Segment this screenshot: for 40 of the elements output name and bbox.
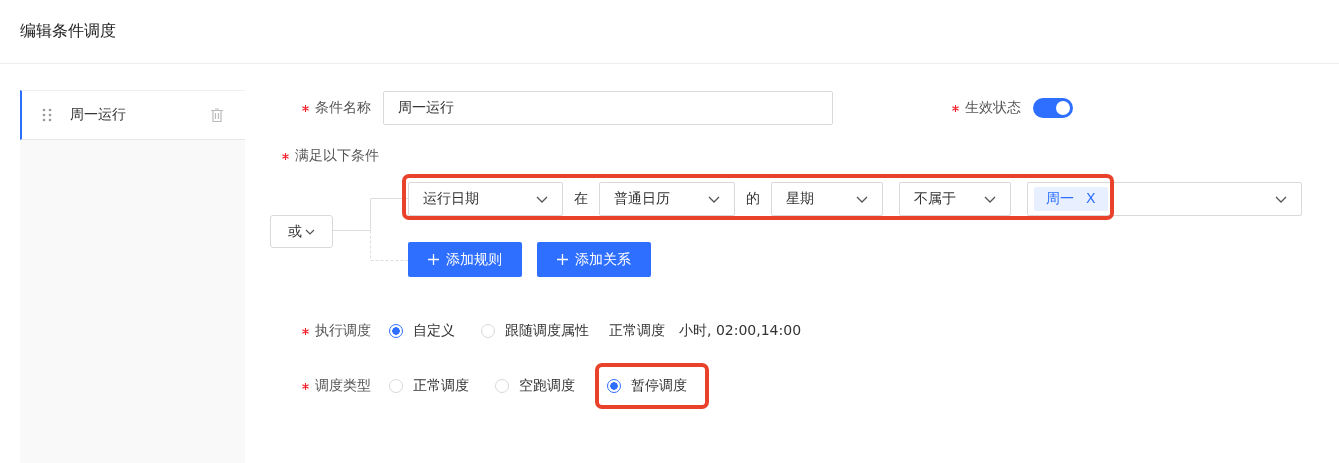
name-input[interactable]: 周一运行 (383, 91, 833, 125)
caret-icon (536, 195, 548, 203)
connector-text: 的 (745, 190, 761, 208)
calendar-dropdown[interactable]: 普通日历 (599, 182, 735, 216)
field-label: 条件名称 (315, 99, 371, 117)
schedule-info: 小时, 02:00,14:00 (679, 322, 802, 340)
tag: 周一 X (1034, 187, 1108, 211)
page-title: 编辑条件调度 (20, 21, 116, 42)
unit-dropdown[interactable]: 星期 (771, 182, 883, 216)
radio-icon[interactable] (389, 324, 403, 338)
radio-option[interactable]: 自定义 (383, 314, 461, 348)
radio-option[interactable]: 暂停调度 (595, 363, 709, 409)
plus-icon (557, 254, 568, 265)
sidebar-item[interactable]: 周一运行 (20, 90, 245, 140)
caret-icon (856, 195, 868, 203)
field-label: 生效状态 (965, 99, 1021, 117)
caret-icon (708, 195, 720, 203)
tag-remove-button[interactable]: X (1086, 190, 1096, 208)
operator-dropdown[interactable]: 不属于 (899, 182, 1011, 216)
add-button[interactable]: 添加关系 (537, 242, 651, 277)
schedule-info: 正常调度 (609, 322, 665, 340)
drag-handle-icon[interactable] (42, 108, 52, 122)
logic-dropdown[interactable]: 或 (270, 215, 333, 248)
field-dropdown[interactable]: 运行日期 (408, 182, 563, 216)
field-label: 执行调度 (315, 322, 371, 340)
field-label: 调度类型 (315, 377, 371, 395)
connector-text: 在 (573, 190, 589, 208)
radio-icon[interactable] (607, 379, 621, 393)
weekday-multiselect[interactable]: 周一 X (1027, 182, 1302, 216)
radio-option[interactable]: 正常调度 (383, 369, 475, 403)
radio-option[interactable]: 跟随调度属性 (475, 314, 595, 348)
toggle-switch[interactable] (1033, 98, 1073, 118)
caret-icon (1275, 195, 1287, 203)
add-button[interactable]: 添加规则 (408, 242, 522, 277)
caret-icon (984, 195, 996, 203)
caret-icon (305, 228, 315, 235)
plus-icon (428, 254, 439, 265)
delete-icon[interactable] (211, 108, 223, 122)
radio-option[interactable]: 空跑调度 (489, 369, 581, 403)
field-label: 满足以下条件 (295, 147, 379, 165)
